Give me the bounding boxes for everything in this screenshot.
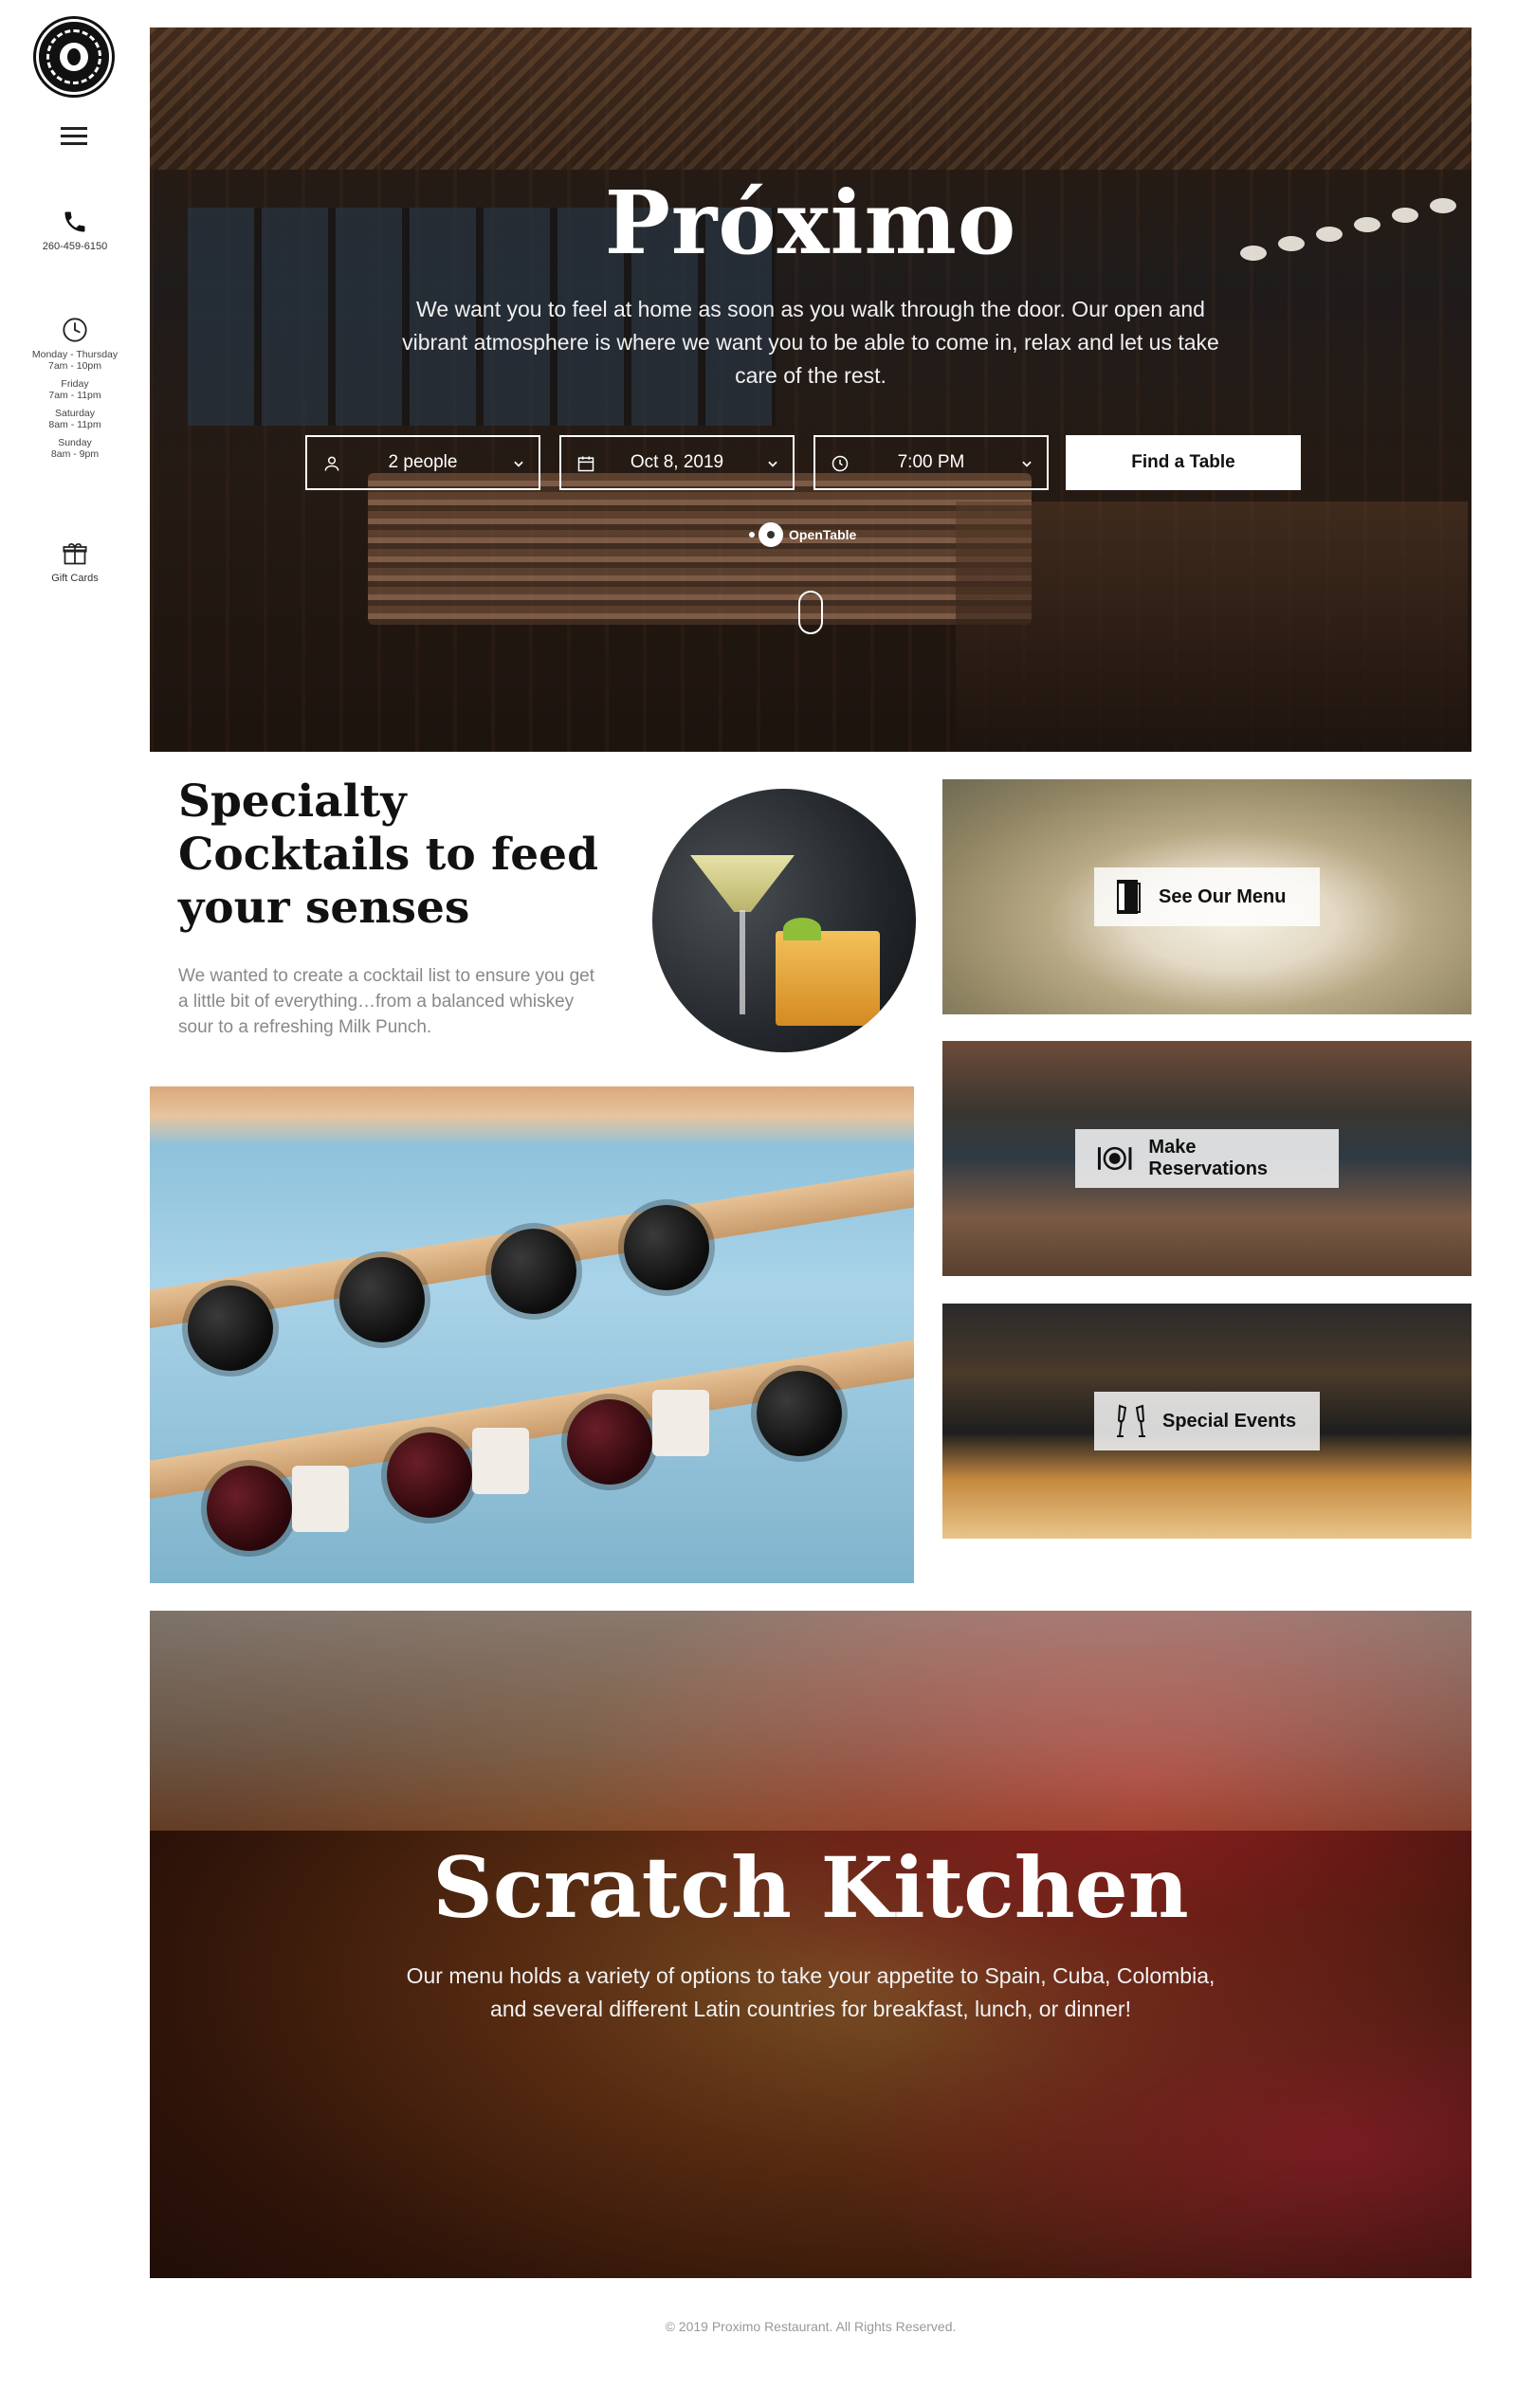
hours-time: 8am - 11pm bbox=[48, 419, 101, 430]
phone-link[interactable]: 260-459-6150 bbox=[0, 209, 150, 253]
cocktails-heading: Specialty Cocktails to feed your senses bbox=[178, 775, 598, 934]
glass-stem bbox=[740, 910, 745, 1014]
time-select[interactable]: 7:00 PM bbox=[813, 435, 1049, 490]
menu-tile[interactable]: See Our Menu bbox=[942, 779, 1471, 1014]
champagne-glasses-icon bbox=[1117, 1404, 1145, 1437]
events-tile[interactable]: Special Events bbox=[942, 1304, 1471, 1539]
kitchen-bg-top bbox=[150, 1611, 1471, 1831]
special-events-button[interactable]: Special Events bbox=[1094, 1392, 1320, 1450]
cocktail-photo bbox=[652, 789, 916, 1052]
hours-days: Saturday bbox=[54, 408, 96, 419]
hours-time: 8am - 9pm bbox=[50, 448, 100, 460]
wine-bottle bbox=[188, 1286, 273, 1371]
hours-days: Friday bbox=[61, 378, 89, 390]
party-size-select[interactable]: 2 people bbox=[305, 435, 540, 490]
footer-copyright: © 2019 Proximo Restaurant. All Rights Re… bbox=[665, 2319, 957, 2334]
rocks-glass bbox=[776, 931, 880, 1026]
see-our-menu-button[interactable]: See Our Menu bbox=[1094, 867, 1320, 926]
hero-bg-tables bbox=[956, 502, 1468, 752]
calendar-icon bbox=[577, 456, 594, 472]
wine-label bbox=[472, 1428, 529, 1494]
chevron-down-icon bbox=[768, 461, 777, 467]
gift-cards-label[interactable]: Gift Cards bbox=[0, 573, 150, 585]
kitchen-description: Our menu holds a variety of options to t… bbox=[406, 1963, 1215, 2021]
party-size-value: 2 people bbox=[388, 452, 458, 472]
restaurant-logo[interactable] bbox=[33, 16, 115, 98]
time-value: 7:00 PM bbox=[897, 452, 965, 472]
opentable-label: OpenTable bbox=[789, 527, 857, 542]
tile-label-text: Make Reservations bbox=[1148, 1137, 1269, 1179]
cocktails-description: We wanted to create a cocktail list to e… bbox=[178, 966, 594, 1037]
menu-hamburger-icon[interactable] bbox=[61, 127, 87, 146]
hours-block: Monday - Thursday 7am - 10pm Friday 7am … bbox=[0, 317, 150, 460]
find-a-table-button[interactable]: Find a Table bbox=[1066, 435, 1301, 490]
phone-icon bbox=[64, 211, 85, 232]
wine-label bbox=[652, 1390, 709, 1456]
make-reservations-button[interactable]: Make Reservations bbox=[1075, 1129, 1339, 1188]
wine-bottle bbox=[491, 1229, 576, 1314]
hero-title: Próximo bbox=[604, 172, 1017, 274]
lime-garnish bbox=[783, 918, 821, 940]
sidebar: 260-459-6150 Monday - Thursday 7am - 10p… bbox=[0, 0, 150, 2408]
hero-bg-ceiling bbox=[150, 27, 1471, 170]
chevron-down-icon bbox=[514, 461, 523, 467]
hours-time: 7am - 10pm bbox=[47, 360, 102, 372]
opentable-logo-icon bbox=[758, 522, 783, 547]
scroll-down-indicator[interactable] bbox=[798, 591, 823, 634]
hero-description: We want you to feel at home as soon as y… bbox=[402, 297, 1219, 388]
hours-days: Sunday bbox=[58, 437, 92, 448]
wine-bottle bbox=[757, 1371, 842, 1456]
opentable-dot-icon bbox=[749, 532, 755, 538]
clock-icon bbox=[63, 318, 87, 342]
chevron-down-icon bbox=[1022, 461, 1032, 467]
clock-icon bbox=[832, 455, 849, 472]
wine-label bbox=[292, 1466, 349, 1532]
hero-bg-booth bbox=[368, 473, 1032, 625]
person-icon bbox=[324, 456, 339, 471]
phone-number[interactable]: 260-459-6150 bbox=[0, 241, 150, 253]
wine-rack-photo bbox=[150, 1086, 914, 1583]
hero-section: Próximo We want you to feel at home as s… bbox=[150, 27, 1471, 752]
hours-days: Monday - Thursday bbox=[31, 349, 119, 360]
hours-time: 7am - 11pm bbox=[48, 390, 101, 401]
wine-bottle bbox=[387, 1432, 472, 1518]
date-value: Oct 8, 2019 bbox=[630, 452, 724, 472]
wine-bottle bbox=[207, 1466, 292, 1551]
coupe-glass bbox=[690, 855, 795, 912]
opentable-badge[interactable]: OpenTable bbox=[749, 522, 856, 547]
tile-label-text: Special Events bbox=[1162, 1410, 1297, 1432]
date-select[interactable]: Oct 8, 2019 bbox=[559, 435, 795, 490]
tile-label-text: See Our Menu bbox=[1159, 885, 1287, 907]
plate-cutlery-icon bbox=[1097, 1146, 1132, 1171]
logo-emblem-center bbox=[67, 48, 81, 65]
scratch-kitchen-section: Scratch Kitchen Our menu holds a variety… bbox=[150, 1611, 1471, 2278]
menu-booklet-icon bbox=[1117, 880, 1141, 914]
gift-cards-link[interactable]: Gift Cards bbox=[0, 540, 150, 585]
gift-icon bbox=[63, 543, 87, 565]
kitchen-title: Scratch Kitchen bbox=[432, 1838, 1189, 1937]
reservations-tile[interactable]: Make Reservations bbox=[942, 1041, 1471, 1276]
wine-bottle bbox=[567, 1399, 652, 1485]
wine-bottle bbox=[339, 1257, 425, 1342]
wine-bottle bbox=[624, 1205, 709, 1290]
